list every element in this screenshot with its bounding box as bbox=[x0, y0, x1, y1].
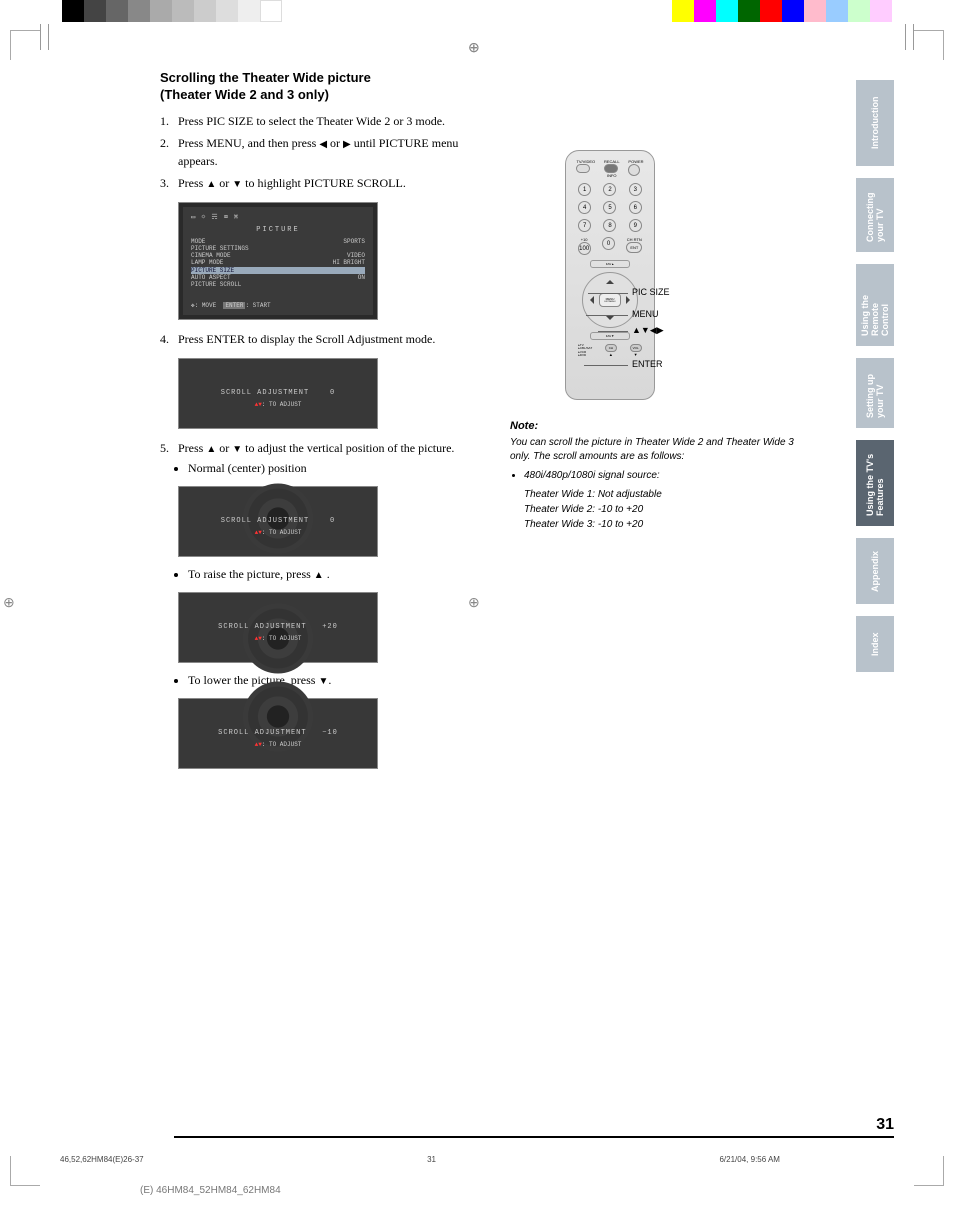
bullet-lower: To lower the picture, press ▼. bbox=[188, 673, 490, 688]
remote-num-5: 5 bbox=[603, 201, 616, 214]
up-down-arrow-icon: ▲▼ bbox=[255, 635, 262, 642]
tab-appendix: Appendix bbox=[856, 538, 894, 604]
section-heading: Scrolling the Theater Wide picture (Thea… bbox=[160, 70, 490, 104]
trim-mark bbox=[48, 24, 49, 50]
osd-tab-icon: ⌘ bbox=[234, 213, 238, 222]
up-triangle-icon: ▲ bbox=[206, 179, 216, 190]
remote-num-7: 7 bbox=[578, 219, 591, 232]
tab-features: Using the TV's Features bbox=[856, 440, 894, 526]
note-body: You can scroll the picture in Theater Wi… bbox=[510, 436, 810, 464]
remote-num-1: 1 bbox=[578, 183, 591, 196]
dpad-down-icon bbox=[606, 316, 614, 324]
remote-recall-button bbox=[604, 164, 618, 173]
dpad-right-icon bbox=[626, 296, 634, 304]
osd-tab-icon: ⌧ bbox=[224, 213, 228, 222]
tab-index: Index bbox=[856, 616, 894, 672]
remote-num-100: 100 bbox=[578, 242, 591, 255]
remote-ent-button: ENT bbox=[626, 242, 642, 253]
remote-ch-button: CH bbox=[605, 344, 617, 352]
crop-mark bbox=[914, 30, 944, 60]
tab-setup: Setting up your TV bbox=[856, 358, 894, 428]
instruction-list-cont: Press ENTER to display the Scroll Adjust… bbox=[160, 330, 490, 348]
note-detail: Theater Wide 2: -10 to +20 bbox=[510, 502, 810, 517]
crop-mark bbox=[10, 30, 40, 60]
trim-mark bbox=[913, 24, 914, 50]
callout-picsize: PIC SIZE bbox=[632, 287, 670, 297]
osd-tab-icon: ☴ bbox=[211, 213, 217, 222]
note-heading: Note: bbox=[510, 420, 810, 432]
remote-num-0: 0 bbox=[602, 237, 615, 250]
left-triangle-icon: ◀ bbox=[319, 139, 327, 150]
step-2: Press MENU, and then press ◀ or ▶ until … bbox=[160, 134, 490, 170]
up-triangle-icon: ▲ bbox=[314, 570, 324, 581]
up-triangle-icon: ▲ bbox=[206, 444, 216, 455]
down-triangle-icon: ▼ bbox=[232, 444, 242, 455]
registration-mark bbox=[471, 45, 483, 57]
remote-power-button bbox=[628, 164, 640, 176]
tab-introduction: Introduction bbox=[856, 80, 894, 166]
callout-arrows: ▲▼◀▶ bbox=[632, 325, 664, 336]
dpad-left-icon bbox=[586, 296, 594, 304]
up-down-arrow-icon: ▲▼ bbox=[255, 741, 262, 748]
remote-mode-list: ▸TV▸CBL/SAT▸VCR▸DVD bbox=[578, 344, 592, 357]
callout-enter: ENTER bbox=[632, 359, 663, 369]
page-number: 31 bbox=[876, 1116, 894, 1134]
osd-tab-icon: ☼ bbox=[201, 213, 205, 222]
note-detail: Theater Wide 3: -10 to +20 bbox=[510, 517, 810, 532]
remote-num-9: 9 bbox=[629, 219, 642, 232]
remote-dpad: MENUEXIT/MENU bbox=[582, 272, 638, 328]
trim-mark bbox=[40, 24, 41, 50]
page-number-rule bbox=[174, 1136, 894, 1138]
dpad-up-icon bbox=[606, 276, 614, 284]
model-footer: (E) 46HM84_52HM84_62HM84 bbox=[140, 1185, 281, 1196]
osd-picture-menu: ▭ ☼ ☴ ⌧ ⌘ PICTURE MODESPORTS PICTURE SET… bbox=[178, 202, 378, 320]
right-triangle-icon: ▶ bbox=[343, 139, 351, 150]
step-3: Press ▲ or ▼ to highlight PICTURE SCROLL… bbox=[160, 174, 490, 192]
remote-num-3: 3 bbox=[629, 183, 642, 196]
remote-num-8: 8 bbox=[603, 219, 616, 232]
osd-tab-icon: ▭ bbox=[191, 213, 195, 222]
note-detail: Theater Wide 1: Not adjustable bbox=[510, 487, 810, 502]
note-source-list: 480i/480p/1080i signal source: bbox=[510, 470, 810, 481]
remote-vol-button: VOL bbox=[630, 344, 642, 352]
remote-num-6: 6 bbox=[629, 201, 642, 214]
instruction-list-cont: Press ▲ or ▼ to adjust the vertical posi… bbox=[160, 439, 490, 457]
osd-title: PICTURE bbox=[191, 226, 365, 234]
color-bar bbox=[672, 0, 892, 22]
tab-connecting: Connecting your TV bbox=[856, 178, 894, 252]
callout-menu: MENU bbox=[632, 309, 659, 319]
step-4: Press ENTER to display the Scroll Adjust… bbox=[160, 330, 490, 348]
osd-scroll-adjustment-minus10: SCROLL ADJUSTMENT −10 ▲▼: TO ADJUST bbox=[178, 698, 378, 769]
remote-menu-button: MENUEXIT/MENU bbox=[599, 293, 621, 307]
remote-fav-down: FAV▼ bbox=[590, 332, 630, 340]
tab-remote: Using the Remote Control bbox=[856, 264, 894, 346]
bullet-normal: Normal (center) position bbox=[188, 461, 490, 476]
step-5: Press ▲ or ▼ to adjust the vertical posi… bbox=[160, 439, 490, 457]
instruction-list: Press PIC SIZE to select the Theater Wid… bbox=[160, 112, 490, 192]
down-triangle-icon: ▼ bbox=[318, 676, 328, 687]
bullet-raise: To raise the picture, press ▲ . bbox=[188, 567, 490, 582]
remote-tvvideo-button bbox=[576, 164, 590, 173]
osd-scroll-adjustment-center: SCROLL ADJUSTMENT 0 ▲▼: TO ADJUST bbox=[178, 486, 378, 557]
chapter-tabs: Introduction Connecting your TV Using th… bbox=[856, 80, 894, 684]
registration-mark bbox=[6, 600, 18, 612]
remote-num-2: 2 bbox=[603, 183, 616, 196]
remote-num-4: 4 bbox=[578, 201, 591, 214]
osd-scroll-adjustment-plus20: SCROLL ADJUSTMENT +20 ▲▼: TO ADJUST bbox=[178, 592, 378, 663]
down-triangle-icon: ▼ bbox=[232, 179, 242, 190]
crop-mark bbox=[10, 1156, 40, 1186]
print-footer: 46,52,62HM84(E)26-37 31 6/21/04, 9:56 AM bbox=[60, 1155, 780, 1164]
osd-scroll-adjustment-0: SCROLL ADJUSTMENT 0 ▲▼: TO ADJUST bbox=[178, 358, 378, 429]
color-bar bbox=[62, 0, 282, 22]
up-down-arrow-icon: ▲▼ bbox=[255, 529, 262, 536]
remote-fav-up: FAV▲ bbox=[590, 260, 630, 268]
up-down-arrow-icon: ▲▼ bbox=[255, 401, 262, 408]
crop-mark bbox=[914, 1156, 944, 1186]
step-1: Press PIC SIZE to select the Theater Wid… bbox=[160, 112, 490, 130]
trim-mark bbox=[905, 24, 906, 50]
